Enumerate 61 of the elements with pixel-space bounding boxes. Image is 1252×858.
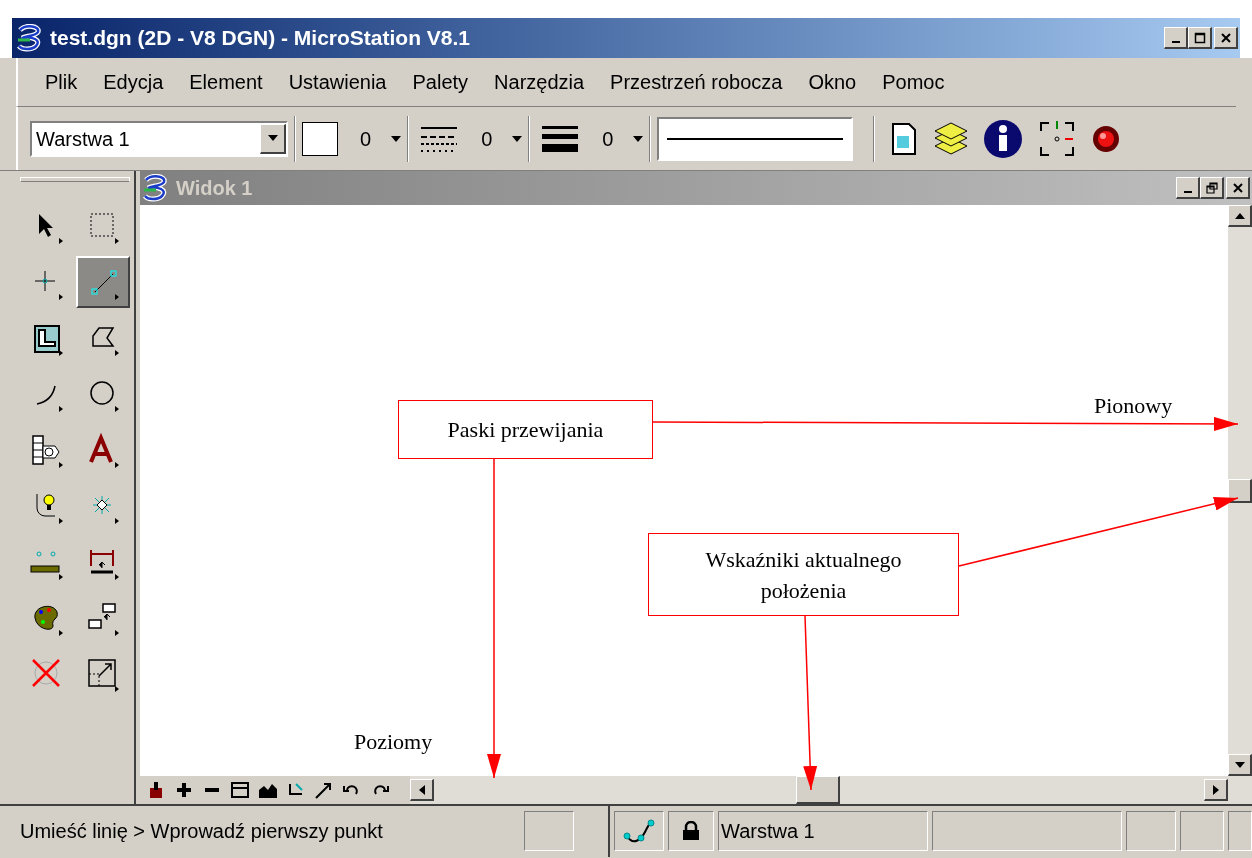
lock-icon xyxy=(682,821,700,841)
callout-box: Wskaźniki aktualnego położenia xyxy=(648,533,959,616)
menu-item[interactable]: Edycja xyxy=(90,67,177,97)
menu-item[interactable]: Plik xyxy=(32,67,91,97)
move-copy-icon xyxy=(85,600,121,636)
level-combo-box[interactable]: Warstwa 1 xyxy=(30,120,288,157)
close-icon xyxy=(1219,31,1232,44)
menu-item[interactable]: Pomoc xyxy=(869,67,958,97)
dropdown-arrow-icon[interactable] xyxy=(512,135,523,142)
vertical-scrollbar[interactable] xyxy=(1228,205,1252,776)
scroll-right-button[interactable] xyxy=(1204,779,1228,801)
line-weight-icon[interactable] xyxy=(540,123,581,154)
menu-item[interactable]: Okno xyxy=(795,67,870,97)
horizontal-scrollbar[interactable] xyxy=(410,776,1252,804)
window-area-icon[interactable] xyxy=(228,780,252,800)
restore-button[interactable] xyxy=(1200,177,1224,199)
level-value: Warstwa 1 xyxy=(35,126,131,152)
status-field xyxy=(1180,811,1224,851)
window-title: test.dgn (2D - V8 DGN) - MicroStation V8.1 xyxy=(50,25,471,52)
info-icon[interactable] xyxy=(983,118,1024,159)
close-icon xyxy=(1231,181,1244,194)
scale-icon xyxy=(85,656,121,692)
close-button[interactable] xyxy=(1214,27,1238,49)
view-title: Widok 1 xyxy=(176,176,253,201)
tag-icon xyxy=(29,432,65,468)
menu-item[interactable]: Palety xyxy=(399,67,482,97)
dropdown-arrow-icon[interactable] xyxy=(633,135,644,142)
callout-box: Paski przewijania xyxy=(398,400,653,459)
line-style-field[interactable] xyxy=(657,116,854,161)
down-triangle-icon xyxy=(267,135,278,141)
callout-label: Pionowy xyxy=(1094,392,1173,420)
status-field xyxy=(524,811,574,851)
layers-icon[interactable] xyxy=(933,121,970,156)
color-swatch[interactable] xyxy=(302,121,338,156)
record-icon[interactable] xyxy=(1091,123,1122,154)
menu-item[interactable]: Przestrzeń robocza xyxy=(597,67,796,97)
minimize-button[interactable] xyxy=(1176,177,1200,199)
minimize-button[interactable] xyxy=(1164,27,1188,49)
maximize-button[interactable] xyxy=(1188,27,1212,49)
scroll-left-button[interactable] xyxy=(410,779,434,801)
status-level: Warstwa 1 xyxy=(718,811,928,851)
status-field xyxy=(1228,811,1252,851)
scroll-thumb[interactable] xyxy=(1228,479,1252,503)
close-button[interactable] xyxy=(1226,177,1250,199)
maximize-icon xyxy=(1193,31,1206,44)
weight-value: 0 xyxy=(602,126,614,152)
color-value: 0 xyxy=(360,126,372,152)
combo-arrow-button[interactable] xyxy=(260,123,286,154)
dropdown-arrow-icon[interactable] xyxy=(391,135,402,142)
menu-item[interactable]: Element xyxy=(176,67,276,97)
status-field xyxy=(1126,811,1176,851)
status-prompt: Umieść linię > Wprowadź pierwszy punkt xyxy=(19,819,384,844)
menu-item[interactable]: Narzędzia xyxy=(481,67,598,97)
callout-label: Poziomy xyxy=(354,728,433,756)
tool-button[interactable] xyxy=(76,256,130,308)
restore-icon xyxy=(1205,181,1218,194)
style-value: 0 xyxy=(481,126,493,152)
scroll-thumb[interactable] xyxy=(796,776,840,804)
scroll-down-button[interactable] xyxy=(1228,754,1252,776)
scroll-up-button[interactable] xyxy=(1228,205,1252,227)
menu-item[interactable]: Ustawienia xyxy=(275,67,400,97)
